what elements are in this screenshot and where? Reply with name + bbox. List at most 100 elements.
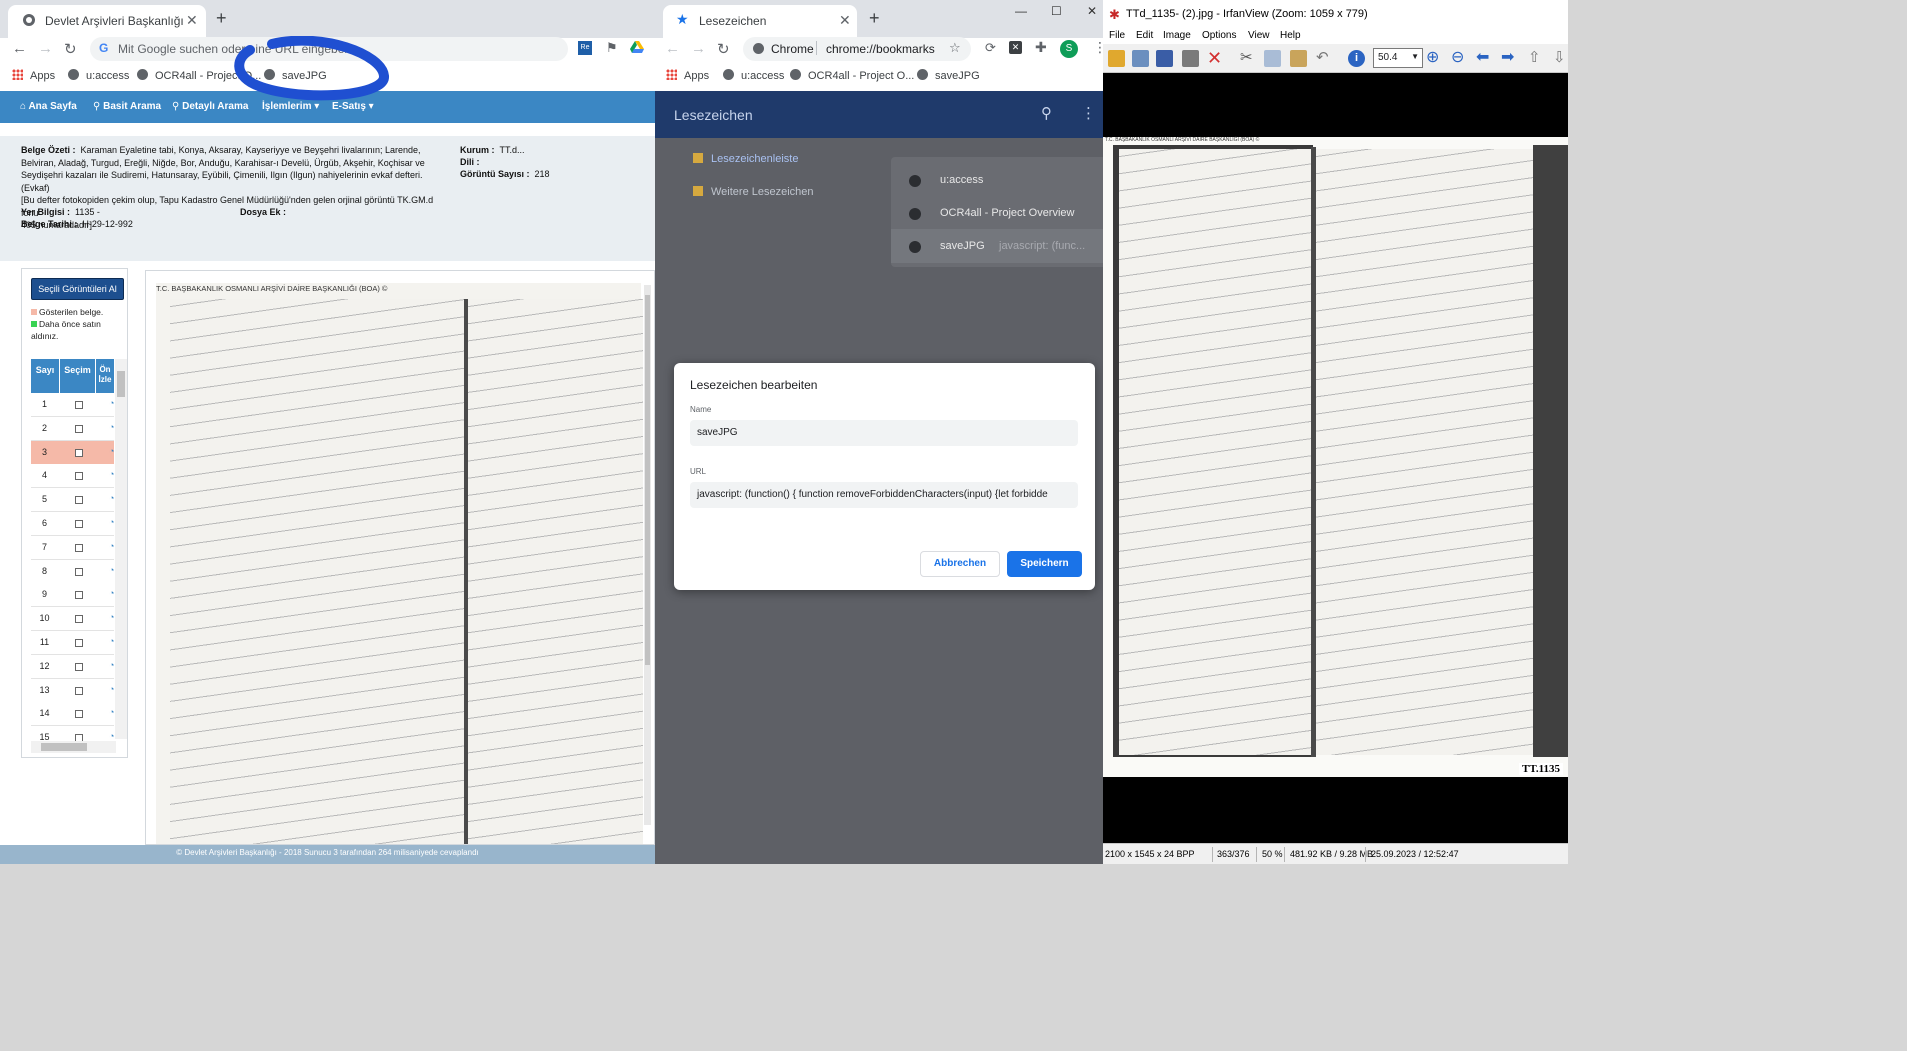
- folder-other-bookmarks[interactable]: Weitere Lesezeichen: [693, 186, 814, 198]
- bookmark-savejpg[interactable]: saveJPG: [264, 69, 327, 82]
- get-selected-images-button[interactable]: Seçili Görüntüleri Al: [31, 278, 124, 300]
- table-row[interactable]: 7 ◔: [31, 535, 114, 560]
- menu-image[interactable]: Image: [1163, 30, 1191, 41]
- table-row[interactable]: 2 ◔: [31, 416, 114, 441]
- bookmark-apps[interactable]: Apps: [12, 69, 55, 82]
- bookmark-star-icon[interactable]: ☆: [949, 40, 961, 56]
- bookmark-uaccess[interactable]: u:access: [68, 69, 129, 82]
- flag-icon[interactable]: ⚑: [606, 40, 618, 56]
- scroll-thumb[interactable]: [41, 743, 87, 751]
- profile-avatar[interactable]: S: [1060, 40, 1078, 58]
- zoom-combobox[interactable]: 50.4 ▼: [1373, 48, 1423, 68]
- row-checkbox[interactable]: [75, 448, 83, 457]
- row-checkbox[interactable]: [75, 591, 83, 600]
- nav-home[interactable]: ⌂ Ana Sayfa: [20, 101, 77, 112]
- delete-icon[interactable]: ✕: [1207, 48, 1222, 69]
- extensions-puzzle-icon[interactable]: ✚: [1035, 39, 1047, 56]
- more-options-icon[interactable]: ⋮: [1081, 104, 1096, 122]
- paste-icon[interactable]: [1290, 50, 1307, 67]
- row-checkbox[interactable]: [75, 710, 83, 719]
- menu-icon[interactable]: ⋮: [1093, 39, 1103, 56]
- reload-icon[interactable]: ↻: [717, 40, 730, 58]
- extension-x-icon[interactable]: ✕: [1009, 41, 1022, 54]
- address-bar[interactable]: Chrome chrome://bookmarks ☆: [743, 37, 971, 61]
- table-row[interactable]: 13 ◔: [31, 678, 114, 703]
- previous-icon[interactable]: ⬅: [1476, 47, 1489, 67]
- preview-icon[interactable]: ◔: [109, 707, 114, 717]
- preview-icon[interactable]: ◔: [109, 636, 114, 646]
- google-drive-icon[interactable]: [630, 41, 644, 54]
- close-tab-icon[interactable]: ✕: [186, 12, 198, 29]
- preview-icon[interactable]: ◔: [109, 422, 114, 432]
- bookmark-ocr4all[interactable]: OCR4all - Project O...: [137, 69, 261, 82]
- row-checkbox[interactable]: [75, 543, 83, 552]
- bookmark-list-item[interactable]: OCR4all - Project Overview: [891, 196, 1103, 230]
- search-icon[interactable]: ⚲: [1041, 104, 1052, 122]
- table-row[interactable]: 9 ◔: [31, 583, 114, 608]
- menu-file[interactable]: File: [1109, 30, 1125, 41]
- table-row[interactable]: 11 ◔: [31, 631, 114, 655]
- viewer-scrollbar[interactable]: [644, 285, 651, 825]
- preview-icon[interactable]: ◔: [109, 731, 114, 741]
- address-bar[interactable]: G Mit Google suchen oder eine URL eingeb…: [90, 37, 568, 61]
- table-row[interactable]: 4 ◔: [31, 464, 114, 489]
- folder-bookmarks-bar[interactable]: Lesezeichenleiste: [693, 153, 798, 165]
- nav-my-actions[interactable]: İşlemlerim ▾: [262, 101, 319, 112]
- reload-icon[interactable]: ↻: [64, 40, 77, 58]
- table-vertical-scrollbar[interactable]: [115, 359, 127, 739]
- maximize-icon[interactable]: ☐: [1051, 4, 1062, 18]
- table-row[interactable]: 12 ◔: [31, 654, 114, 679]
- save-button[interactable]: Speichern: [1007, 551, 1082, 577]
- nav-simple-search[interactable]: ⚲ Basit Arama: [93, 101, 161, 112]
- forward-icon[interactable]: →: [38, 40, 53, 57]
- extension-icon[interactable]: ⟳: [985, 40, 996, 56]
- url-field[interactable]: javascript: (function() { function remov…: [690, 482, 1078, 508]
- bookmark-ocr4all[interactable]: OCR4all - Project O...: [790, 69, 914, 82]
- zoom-out-icon[interactable]: ⊖: [1451, 47, 1464, 67]
- preview-icon[interactable]: ◔: [109, 398, 114, 408]
- displayed-image[interactable]: T.C. BAŞBAKANLIK OSMANLI ARŞİVİ DAİRE BA…: [1103, 137, 1568, 777]
- tab-bookmarks[interactable]: ★ Lesezeichen ✕: [663, 5, 857, 38]
- row-checkbox[interactable]: [75, 615, 83, 624]
- bookmark-list-item-selected[interactable]: saveJPG javascript: (func...: [891, 229, 1103, 263]
- tab-archive[interactable]: Devlet Arşivleri Başkanlığı ✕: [8, 5, 206, 38]
- table-row[interactable]: 1 ◔: [31, 393, 114, 417]
- row-checkbox[interactable]: [75, 401, 83, 409]
- nav-detailed-search[interactable]: ⚲ Detaylı Arama: [172, 101, 248, 112]
- last-image-icon[interactable]: ⇩: [1553, 48, 1566, 66]
- print-icon[interactable]: [1182, 50, 1199, 67]
- first-image-icon[interactable]: ⇧: [1528, 48, 1541, 66]
- preview-icon[interactable]: ◔: [109, 612, 114, 622]
- preview-icon[interactable]: ◔: [109, 541, 114, 551]
- new-tab-icon[interactable]: +: [869, 8, 880, 29]
- row-checkbox[interactable]: [75, 686, 83, 695]
- open-icon[interactable]: [1108, 50, 1125, 67]
- back-icon[interactable]: ←: [665, 40, 680, 57]
- menu-help[interactable]: Help: [1280, 30, 1301, 41]
- bookmark-uaccess[interactable]: u:access: [723, 69, 784, 82]
- extension-re-icon[interactable]: Re: [578, 41, 592, 55]
- table-row[interactable]: 14 ◔: [31, 702, 114, 727]
- forward-icon[interactable]: →: [691, 40, 706, 57]
- close-tab-icon[interactable]: ✕: [839, 12, 851, 29]
- cancel-button[interactable]: Abbrechen: [920, 551, 1000, 577]
- undo-icon[interactable]: ↶: [1316, 48, 1329, 66]
- document-image-viewer[interactable]: T.C. BAŞBAKANLIK OSMANLI ARŞİVİ DAİRE BA…: [145, 270, 655, 845]
- name-field[interactable]: saveJPG: [690, 420, 1078, 446]
- save-icon[interactable]: [1156, 50, 1173, 67]
- preview-icon[interactable]: ◔: [109, 660, 114, 670]
- row-checkbox[interactable]: [75, 424, 83, 433]
- table-row[interactable]: 6 ◔: [31, 512, 114, 536]
- preview-icon[interactable]: ◔: [109, 469, 114, 479]
- row-checkbox[interactable]: [75, 472, 83, 481]
- row-checkbox[interactable]: [75, 639, 83, 647]
- next-icon[interactable]: ➡: [1501, 47, 1514, 67]
- info-icon[interactable]: i: [1348, 50, 1365, 67]
- row-checkbox[interactable]: [75, 520, 83, 528]
- preview-icon[interactable]: ◔: [109, 565, 114, 575]
- preview-icon[interactable]: ◔: [109, 446, 114, 456]
- table-row[interactable]: 3 ◔: [31, 440, 114, 465]
- row-checkbox[interactable]: [75, 496, 83, 505]
- bookmark-apps[interactable]: Apps: [666, 69, 709, 82]
- thumbnails-icon[interactable]: [1132, 50, 1149, 67]
